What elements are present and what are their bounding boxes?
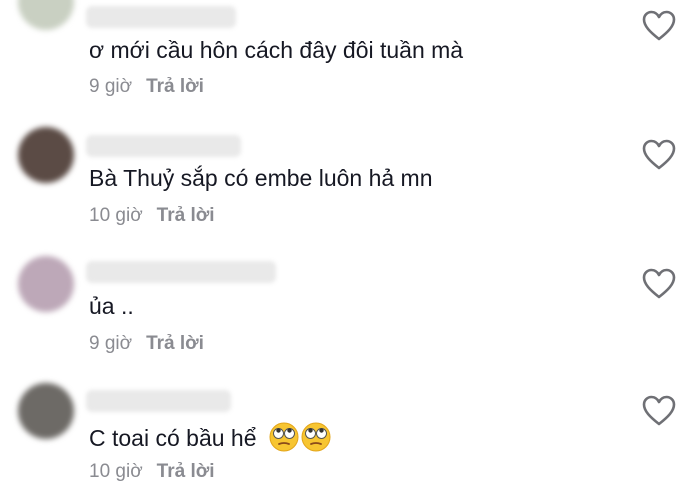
comment-meta: 10 giờ Trả lời	[89, 461, 215, 483]
reply-button[interactable]: Trả lời	[157, 205, 215, 226]
comment-meta: 9 giờ Trả lời	[89, 333, 204, 355]
face-with-rolling-eyes-icon	[301, 422, 331, 452]
avatar[interactable]	[18, 383, 74, 439]
comment-time: 10 giờ	[89, 205, 143, 226]
comment-time: 9 giờ	[89, 76, 133, 97]
heart-icon[interactable]	[642, 10, 676, 42]
avatar[interactable]	[18, 127, 74, 183]
comment-meta: 10 giờ Trả lời	[89, 205, 215, 227]
comment-text-body: C toai có bầu hể	[89, 425, 257, 451]
comment-time: 10 giờ	[89, 461, 143, 482]
reply-button[interactable]: Trả lời	[157, 461, 215, 482]
avatar[interactable]	[18, 0, 74, 30]
comment-text: ơ mới cầu hôn cách đây đôi tuần mà	[89, 37, 464, 63]
heart-icon[interactable]	[642, 139, 676, 171]
face-with-rolling-eyes-icon	[269, 422, 299, 452]
comment-text: C toai có bầu hể	[89, 422, 331, 452]
reply-button[interactable]: Trả lời	[146, 333, 204, 354]
avatar[interactable]	[18, 256, 74, 312]
reply-button[interactable]: Trả lời	[146, 76, 204, 97]
username-blurred[interactable]	[86, 390, 231, 412]
comment-meta: 9 giờ Trả lời	[89, 76, 204, 98]
comment-text: ủa ..	[89, 293, 134, 319]
username-blurred[interactable]	[86, 261, 276, 283]
username-blurred[interactable]	[86, 135, 241, 157]
heart-icon[interactable]	[642, 268, 676, 300]
comment-text: Bà Thuỷ sắp có embe luôn hả mn	[89, 165, 433, 191]
username-blurred[interactable]	[86, 6, 236, 28]
heart-icon[interactable]	[642, 395, 676, 427]
comment-time: 9 giờ	[89, 333, 133, 354]
